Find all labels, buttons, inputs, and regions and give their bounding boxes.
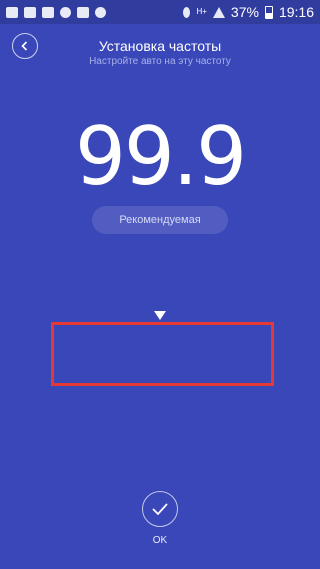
battery-icon xyxy=(264,5,273,19)
battery-percent: 37% xyxy=(230,4,259,20)
gallery-icon xyxy=(6,6,18,18)
notification-icons xyxy=(6,6,106,18)
instagram-icon xyxy=(60,6,71,18)
signal-icon xyxy=(212,6,225,18)
frequency-display: 99.9 xyxy=(74,110,247,203)
clock: 19:16 xyxy=(278,4,314,20)
status-bar: H+ 37% 19:16 xyxy=(0,0,320,24)
network-type: H+ xyxy=(196,7,207,16)
bluetooth-icon xyxy=(183,6,191,18)
youtube-icon xyxy=(77,6,89,18)
ok-label: OK xyxy=(152,535,168,546)
page-title: Установка частоты xyxy=(98,38,222,54)
dial-highlight-box xyxy=(51,322,274,386)
recommended-button[interactable]: Рекомендуемая xyxy=(92,206,228,234)
system-icons: H+ 37% 19:16 xyxy=(183,4,314,20)
checkmark-icon xyxy=(152,503,168,516)
ok-button[interactable] xyxy=(142,491,178,527)
youtube-icon xyxy=(42,6,54,18)
page-subtitle: Настройте авто на эту частоту xyxy=(89,56,231,67)
telegram-icon xyxy=(95,6,106,18)
mail-icon xyxy=(24,6,36,18)
